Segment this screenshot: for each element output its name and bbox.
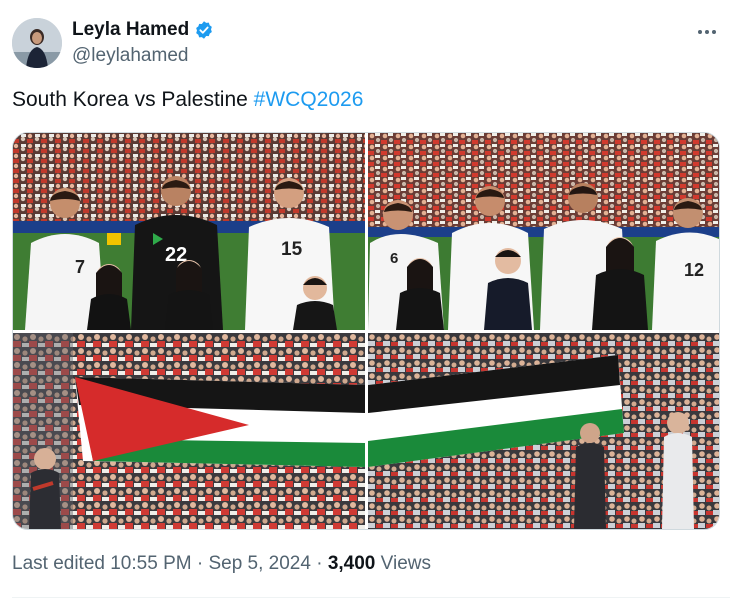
jersey-number: 6 (390, 250, 398, 267)
more-dot-icon (705, 30, 709, 34)
jersey-number: 12 (684, 260, 704, 280)
jersey-number: 7 (75, 257, 85, 277)
avatar[interactable] (12, 18, 62, 68)
edited-timestamp[interactable]: Last edited 10:55 PM · Sep 5, 2024 · (12, 553, 328, 574)
handle[interactable]: @leylahamed (72, 45, 188, 67)
display-name[interactable]: Leyla Hamed (72, 19, 189, 41)
verified-badge-icon (196, 21, 213, 39)
divider (12, 597, 730, 598)
profile-photo-icon (12, 18, 62, 68)
author-name-row[interactable]: Leyla Hamed (72, 19, 214, 41)
hashtag-link[interactable]: #WCQ2026 (254, 88, 364, 111)
team-lineup-photo-right[interactable]: 6 12 (368, 133, 719, 330)
media-grid: 7 22 15 6 12 (12, 132, 720, 530)
more-dot-icon (698, 30, 702, 34)
tweet: Leyla Hamed @leylahamed South Korea vs P… (0, 0, 750, 605)
flag-crowd-photo-icon (13, 333, 365, 529)
jersey-number: 15 (281, 239, 303, 260)
team-lineup-photo-left[interactable]: 7 22 15 (13, 133, 365, 330)
tweet-body: South Korea vs Palestine (12, 88, 254, 111)
palestine-flag-crowd-photo-left[interactable] (13, 333, 365, 529)
views-label: Views (375, 553, 431, 574)
views-count: 3,400 (327, 553, 376, 574)
team-lineup-photo-icon: 7 22 15 (13, 133, 365, 330)
tweet-text: South Korea vs Palestine #WCQ2026 (12, 88, 363, 112)
more-dot-icon (712, 30, 716, 34)
tweet-meta: Last edited 10:55 PM · Sep 5, 2024 · 3,4… (12, 553, 431, 575)
team-lineup-photo-icon: 6 12 (368, 133, 719, 330)
palestine-flag-crowd-photo-right[interactable] (368, 333, 719, 529)
more-options-button[interactable] (694, 22, 720, 42)
flag-crowd-photo-icon (368, 333, 719, 529)
